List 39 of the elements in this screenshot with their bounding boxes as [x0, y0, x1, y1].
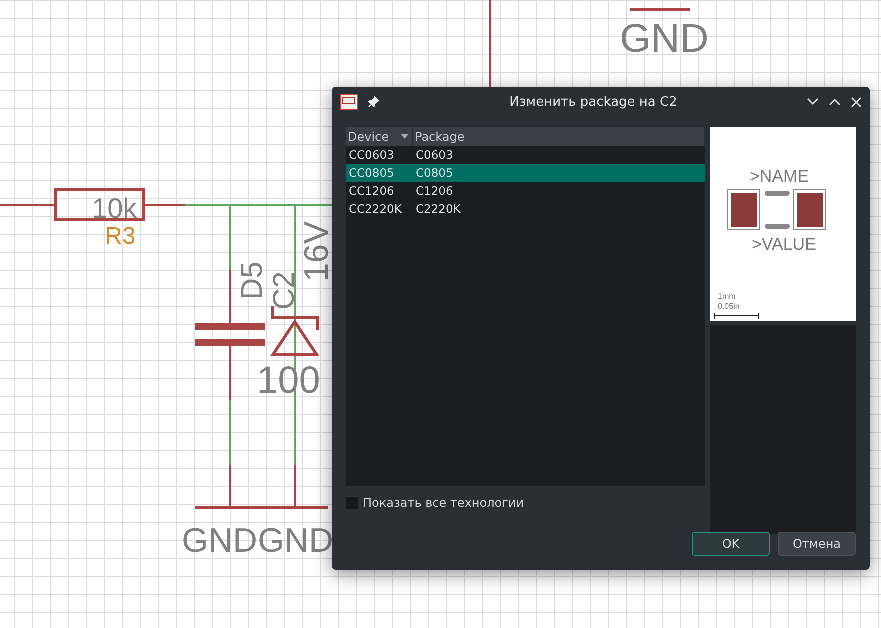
table-row[interactable]: CC2220K C2220K [346, 200, 705, 218]
schematic-label: GND [182, 522, 258, 560]
schematic-label: D5 [236, 262, 269, 300]
table-row[interactable]: CC1206 C1206 [346, 182, 705, 200]
scale-bar-icon [714, 313, 760, 319]
column-header[interactable]: Device [346, 127, 413, 146]
table-row[interactable]: CC0603 C0603 [346, 146, 705, 164]
table-cell-text: CC0603 [348, 148, 396, 162]
schematic-label: 16V [298, 222, 336, 282]
sort-icon [401, 134, 409, 139]
table-cell-text: CC0805 [348, 166, 396, 180]
app-icon [340, 94, 358, 110]
table-cell-text: CC2220K [348, 202, 403, 216]
scale-label: 1mm [718, 293, 736, 301]
maximize-icon[interactable] [829, 98, 841, 106]
table-cell-text: C2220K [415, 202, 462, 216]
schematic-label: GND [620, 17, 709, 61]
column-header[interactable]: Package [413, 127, 705, 146]
table-cell-text: CC1206 [348, 184, 396, 198]
close-icon[interactable] [851, 96, 862, 108]
name-label: >NAME [750, 167, 810, 186]
schematic-label: R3 [105, 223, 136, 250]
scale-label: 0.05in [718, 303, 740, 311]
table-cell-text: C0805 [415, 166, 454, 180]
checkbox[interactable] [346, 497, 358, 509]
schematic-label: GND [258, 522, 334, 560]
schematic-label: C2 [268, 272, 301, 310]
checkbox-label[interactable]: Показать все технологии [363, 496, 524, 510]
table-cell-text: C0603 [415, 148, 454, 162]
cancel-button[interactable]: Отмена [778, 532, 856, 556]
window-title: Изменить package на C2 [508, 94, 678, 110]
ok-button[interactable]: OK [692, 532, 770, 556]
table-row[interactable]: CC0805 C0805 [346, 164, 705, 182]
value-label: >VALUE [752, 235, 816, 254]
schematic-label: 10k [92, 193, 138, 224]
pin-icon[interactable] [368, 96, 380, 108]
minimize-icon[interactable] [807, 98, 819, 106]
table-cell-text: C1206 [415, 184, 454, 198]
capacitor-symbol [195, 323, 265, 346]
